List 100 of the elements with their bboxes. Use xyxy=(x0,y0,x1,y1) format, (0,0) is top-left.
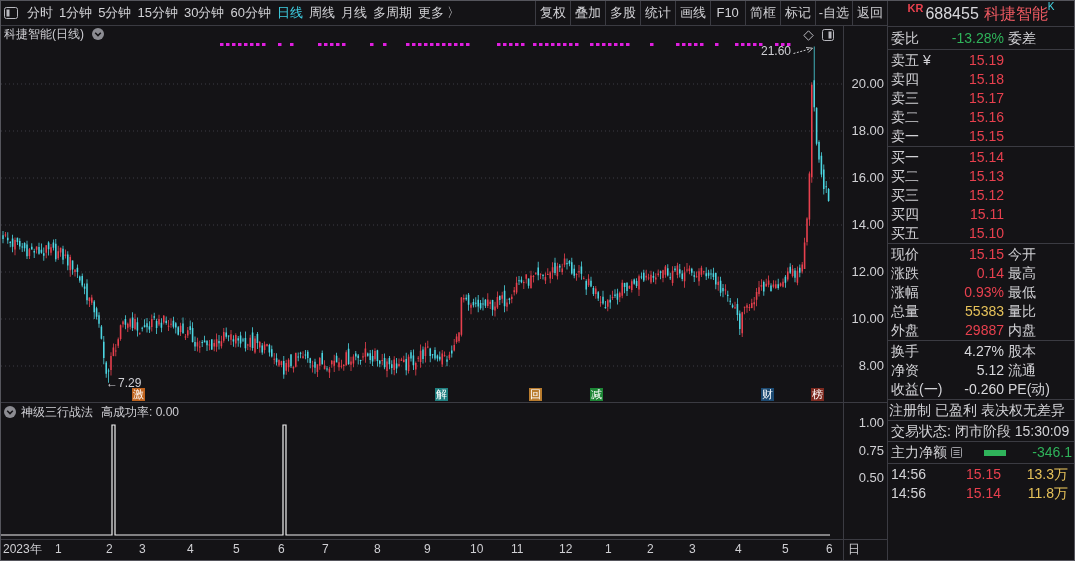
quote-label: 委差 xyxy=(1007,29,1036,48)
quote-value: 29887 xyxy=(964,321,1004,340)
quote-value: 15.17 xyxy=(967,89,1004,108)
period-tab[interactable]: 多周期 xyxy=(372,2,412,24)
quote-label: 股本 xyxy=(1007,342,1036,361)
quote-value: 15.16 xyxy=(967,108,1004,127)
period-tab[interactable]: 15分钟 xyxy=(137,2,178,24)
quote-label: 卖四 xyxy=(891,70,919,89)
collapse-chevron-icon[interactable] xyxy=(92,28,104,40)
event-marker[interactable]: 财 xyxy=(761,388,774,401)
event-marker[interactable]: 解 xyxy=(435,388,448,401)
period-tab[interactable]: 周线 xyxy=(308,2,335,24)
period-tab[interactable]: 日线 xyxy=(276,2,303,24)
quote-value: 15.19 xyxy=(967,51,1004,70)
quote-label: 买一 xyxy=(891,148,919,167)
time-axis-label: 6 xyxy=(278,542,285,557)
price-axis-label: 14.00 xyxy=(851,217,884,233)
listing-tags: 注册制 已盈利 表决权无差异 xyxy=(889,402,1065,418)
high-price-label: 21.60 xyxy=(761,44,792,58)
panel-toggle-icon[interactable] xyxy=(822,29,834,41)
toolbar-button[interactable]: 画线 xyxy=(674,1,710,25)
toolbar-button[interactable]: -自选 xyxy=(814,1,852,25)
period-tab[interactable]: 60分钟 xyxy=(230,2,271,24)
trade-time: 14:56 xyxy=(891,484,927,503)
period-tab[interactable]: 分时 xyxy=(27,2,53,24)
time-axis-label: 1 xyxy=(605,542,612,557)
quote-value: 15.12 xyxy=(967,186,1004,205)
time-axis-label: 11 xyxy=(511,542,524,557)
quote-value: 4.27% xyxy=(963,342,1004,361)
trade-volume: 11.8万 xyxy=(1026,484,1069,503)
period-tab[interactable]: 月线 xyxy=(340,2,367,24)
quote-label: 买五 xyxy=(891,224,919,243)
trade-time: 14:56 xyxy=(891,465,927,484)
toolbar-button[interactable]: 统计 xyxy=(639,1,675,25)
time-axis-label: 6 xyxy=(826,542,833,557)
price-axis-label: 18.00 xyxy=(851,123,884,139)
quote-label: 卖二 xyxy=(891,108,919,127)
time-axis-label: 12 xyxy=(559,542,573,557)
period-tab[interactable]: 1分钟 xyxy=(59,2,93,24)
quote-value: -13.28% xyxy=(950,29,1004,48)
price-axis-label: 12.00 xyxy=(851,264,884,280)
toolbar-button[interactable]: 返回 xyxy=(852,1,887,25)
time-axis-label: 7 xyxy=(322,542,329,557)
quote-value: 15.14 xyxy=(967,148,1004,167)
event-marker[interactable]: 榜 xyxy=(811,388,824,401)
quote-label: 买三 xyxy=(891,186,919,205)
toolbar-button[interactable]: 多股 xyxy=(604,1,640,25)
event-marker[interactable]: 减 xyxy=(590,388,603,401)
quote-value: 0.14 xyxy=(975,264,1004,283)
list-icon[interactable] xyxy=(951,447,962,458)
event-marker[interactable]: 激 xyxy=(132,388,145,401)
indicator-readout: 高成功率: 0.00 xyxy=(101,405,180,419)
quote-value: 5.12 xyxy=(975,361,1004,380)
quote-label: 流通 xyxy=(1007,361,1036,380)
quote-label: 总量 xyxy=(891,302,919,321)
price-axis-label: 16.00 xyxy=(851,170,884,186)
indicator-axis-label: 0.75 xyxy=(858,442,884,459)
event-marker[interactable]: 回 xyxy=(529,388,542,401)
sidebar-toggle-icon[interactable] xyxy=(4,7,18,19)
quote-label: 买四 xyxy=(891,205,919,224)
quote-value: 15.15 xyxy=(967,127,1004,146)
quote-label: PE(动) xyxy=(1007,380,1050,399)
quote-label: 量比 xyxy=(1007,302,1036,321)
price-axis-label: 8.00 xyxy=(858,358,884,374)
chart-title: 科捷智能(日线) xyxy=(4,27,84,41)
toolbar-button[interactable]: 叠加 xyxy=(569,1,605,25)
period-tab[interactable]: 更多 〉 xyxy=(417,2,461,24)
quote-label: 卖五 ¥ xyxy=(891,51,931,70)
quote-label: 卖一 xyxy=(891,127,919,146)
trade-status: 交易状态: 闭市阶段 15:30:09 xyxy=(891,423,1070,439)
quote-label: 最高 xyxy=(1007,264,1036,283)
market-label: KR xyxy=(907,1,924,17)
quote-value: 15.10 xyxy=(967,224,1004,243)
time-axis-label: 3 xyxy=(139,542,146,557)
period-tab[interactable]: 5分钟 xyxy=(98,2,132,24)
diamond-icon[interactable] xyxy=(803,29,814,41)
quote-label: 外盘 xyxy=(891,321,919,340)
quote-label: 涨跌 xyxy=(891,264,919,283)
quote-label: 换手 xyxy=(891,342,919,361)
price-axis-label: 10.00 xyxy=(851,311,884,327)
quote-label: 涨幅 xyxy=(891,283,919,302)
time-axis-label: 3 xyxy=(689,542,696,557)
dashed-arrow-icon xyxy=(793,47,814,55)
stock-type-label: K xyxy=(1047,0,1055,12)
trade-price: 15.15 xyxy=(964,465,1001,484)
toolbar-button[interactable]: 标记 xyxy=(779,1,815,25)
toolbar-button[interactable]: F10 xyxy=(709,1,745,25)
quote-value: 0.93% xyxy=(963,283,1004,302)
toolbar-button[interactable]: 复权 xyxy=(534,1,570,25)
time-axis-label: 2 xyxy=(106,542,113,557)
quote-value: 15.15 xyxy=(967,245,1004,264)
price-axis-label: 20.00 xyxy=(851,76,884,92)
collapse-chevron-icon[interactable] xyxy=(4,406,16,418)
indicator-axis-label: 0.50 xyxy=(858,470,884,486)
quote-value: 55383 xyxy=(964,302,1004,321)
toolbar-button[interactable]: 简框 xyxy=(744,1,780,25)
indicator-name: 神级三行战法 xyxy=(21,405,93,419)
trade-price: 15.14 xyxy=(964,484,1001,503)
period-tab[interactable]: 30分钟 xyxy=(183,2,225,24)
period-label: 日 xyxy=(848,542,860,557)
